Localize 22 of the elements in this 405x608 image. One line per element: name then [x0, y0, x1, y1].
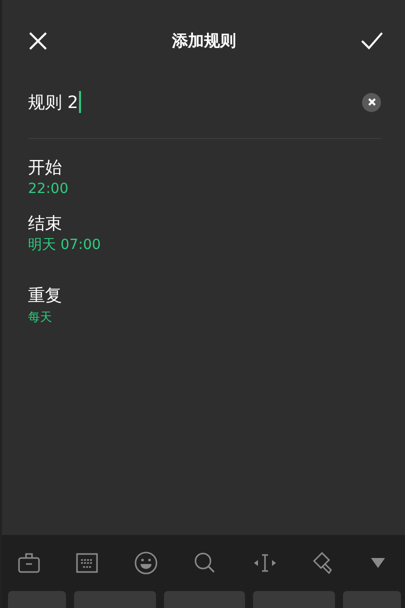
- confirm-button[interactable]: [359, 30, 385, 52]
- setting-value: 22:00: [28, 180, 68, 199]
- clear-button[interactable]: [362, 92, 381, 112]
- clear-icon: [368, 98, 376, 106]
- setting-label: 开始: [28, 157, 62, 179]
- setting-item[interactable]: 开始 22:00: [28, 157, 379, 199]
- setting-value: 明天 07:00: [28, 236, 101, 255]
- setting-label: 重复: [28, 285, 62, 307]
- cursor-move-icon[interactable]: [252, 553, 277, 573]
- screen-title: 添加规则: [172, 30, 236, 52]
- setting-item[interactable]: 重复 每天: [28, 285, 379, 327]
- toolbox-icon[interactable]: [18, 553, 40, 573]
- triangle-down-icon[interactable]: [370, 558, 385, 568]
- setting-label: 结束: [28, 213, 62, 235]
- search-icon[interactable]: [194, 552, 216, 574]
- name-input[interactable]: 规则 2: [28, 90, 82, 114]
- setting-item[interactable]: 结束 明天 07:00: [28, 213, 379, 255]
- keyboard-icon[interactable]: [76, 553, 98, 573]
- smiley-icon[interactable]: [134, 551, 158, 575]
- setting-value: 每天: [28, 309, 52, 326]
- paint-brush-icon[interactable]: [312, 552, 335, 574]
- close-button[interactable]: [27, 30, 49, 52]
